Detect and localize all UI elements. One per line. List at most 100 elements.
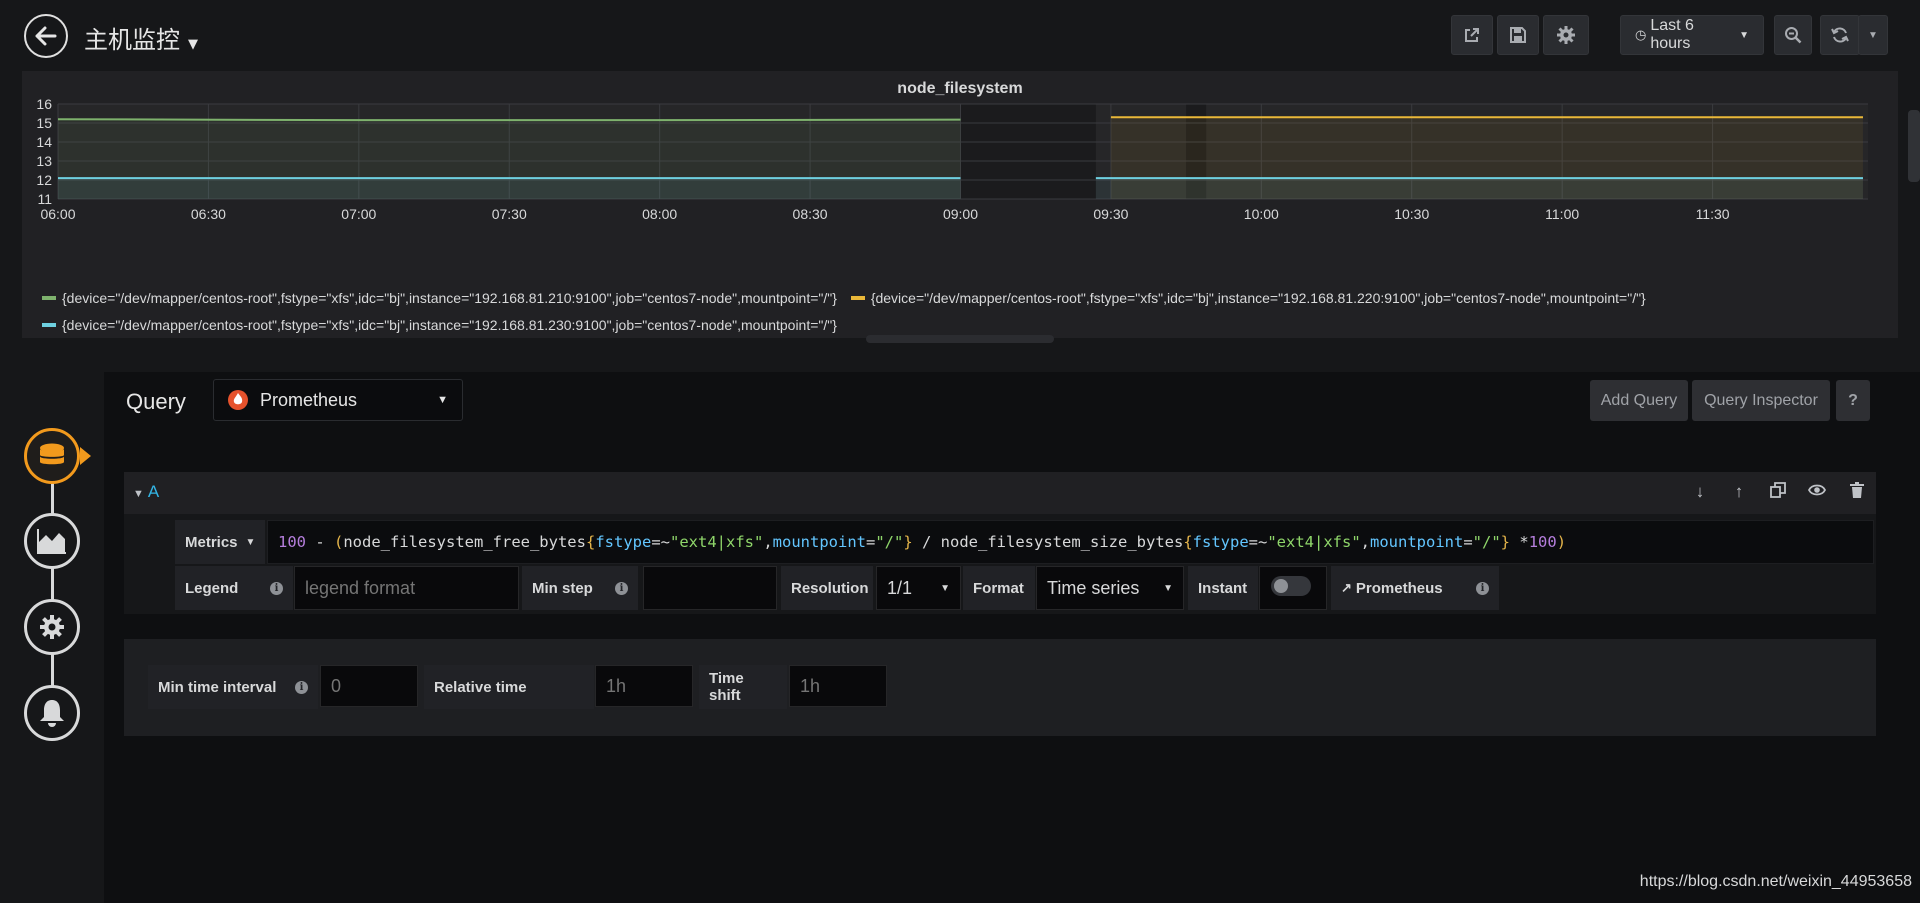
toggle-knob xyxy=(1274,579,1288,593)
zoom-out-button[interactable] xyxy=(1774,15,1812,55)
y-tick-label: 14 xyxy=(36,134,52,150)
panel-resize-handle[interactable] xyxy=(866,335,1054,343)
duplicate-button[interactable] xyxy=(1767,482,1789,503)
expr-token: fstype xyxy=(1192,533,1249,551)
copy-icon xyxy=(1770,482,1786,498)
info-icon[interactable]: i xyxy=(1476,581,1489,595)
x-tick-label: 11:30 xyxy=(1696,206,1730,222)
alert-tab[interactable] xyxy=(24,685,80,741)
legend-swatch xyxy=(850,296,865,300)
caret-down-icon: ▼ xyxy=(188,37,198,52)
move-down-button[interactable]: ↓ xyxy=(1689,482,1711,502)
query-editor-title: Query xyxy=(126,389,186,414)
min-step-label-text: Min step xyxy=(532,579,593,597)
expr-token: = xyxy=(866,533,876,551)
scrollbar[interactable] xyxy=(1908,110,1920,182)
instant-toggle[interactable] xyxy=(1271,576,1311,596)
save-dashboard-button[interactable] xyxy=(1497,15,1539,55)
x-tick-label: 10:00 xyxy=(1244,206,1279,222)
query-inspector-button[interactable]: Query Inspector xyxy=(1692,380,1830,421)
database-icon xyxy=(40,443,64,465)
legend-label: {device="/dev/mapper/centos-root",fstype… xyxy=(870,290,1646,306)
query-ref-toggle[interactable]: ▼ A xyxy=(133,482,159,502)
visualization-tab[interactable] xyxy=(24,513,80,569)
relative-time-input[interactable] xyxy=(595,665,693,707)
legend-field-label: Legend i xyxy=(175,566,293,610)
series-area xyxy=(1095,178,1863,199)
refresh-button[interactable] xyxy=(1820,15,1860,55)
legend-row: {device="/dev/mapper/centos-root",fstype… xyxy=(42,283,1882,310)
expr-token: } xyxy=(903,533,913,551)
min-step-label: Min step i xyxy=(522,566,638,610)
query-editor xyxy=(104,372,1920,903)
expr-token: 100 xyxy=(278,533,306,551)
series-line xyxy=(57,118,961,122)
time-range-picker[interactable]: ◷ Last 6 hours ▼ xyxy=(1620,15,1764,55)
clock-icon: ◷ xyxy=(1635,27,1647,42)
y-tick-label: 12 xyxy=(36,172,52,188)
expr-token: "ext4|xfs" xyxy=(670,533,764,551)
back-button[interactable] xyxy=(24,14,68,58)
trash-icon xyxy=(1850,482,1864,498)
top-navbar: 主机监控 ▼ ◷ Last 6 hours ▼ ▼ xyxy=(0,0,1920,70)
min-time-interval-label: Min time interval i xyxy=(148,665,318,709)
instant-label: Instant xyxy=(1188,566,1258,610)
cog-wrench-icon xyxy=(40,615,64,639)
time-range-label: Last 6 hours xyxy=(1650,17,1694,52)
expr-token: { xyxy=(585,533,596,551)
share-button[interactable] xyxy=(1451,15,1493,55)
refresh-interval-dropdown[interactable]: ▼ xyxy=(1858,15,1888,55)
min-step-input[interactable] xyxy=(643,566,777,610)
x-tick-label: 06:30 xyxy=(191,206,226,222)
datasource-picker[interactable]: Prometheus ▼ xyxy=(213,379,463,421)
prometheus-link-text: Prometheus xyxy=(1355,579,1443,597)
caret-down-icon: ▼ xyxy=(245,536,256,548)
metrics-label: Metrics xyxy=(185,533,238,551)
prometheus-logo-icon xyxy=(228,390,248,410)
settings-button[interactable] xyxy=(1543,15,1589,55)
prometheus-help-link[interactable]: ↗ Prometheus i xyxy=(1331,566,1499,610)
x-tick-label: 07:00 xyxy=(341,206,376,222)
legend-item[interactable]: {device="/dev/mapper/centos-root",fstype… xyxy=(42,286,837,310)
resolution-select[interactable]: 1/1 ▼ xyxy=(876,566,961,610)
series-area xyxy=(58,178,961,199)
caret-down-icon: ▼ xyxy=(1868,29,1878,41)
metrics-dropdown[interactable]: Metrics ▼ xyxy=(175,520,265,564)
move-up-button[interactable]: ↑ xyxy=(1728,482,1750,502)
format-select[interactable]: Time series ▼ xyxy=(1036,566,1184,610)
y-tick-label: 15 xyxy=(36,115,52,131)
expr-token: } xyxy=(1500,533,1511,551)
expr-token: ( xyxy=(334,533,344,551)
add-query-button[interactable]: Add Query xyxy=(1590,380,1688,421)
general-settings-tab[interactable] xyxy=(24,599,80,655)
min-time-interval-input[interactable] xyxy=(320,665,418,707)
x-tick-label: 07:30 xyxy=(492,206,527,222)
min-time-interval-label-text: Min time interval xyxy=(158,678,277,696)
queries-tab[interactable] xyxy=(24,428,80,484)
info-icon[interactable]: i xyxy=(295,680,308,694)
caret-down-icon: ▼ xyxy=(1739,29,1749,41)
info-icon[interactable]: i xyxy=(270,581,283,595)
x-tick-label: 09:30 xyxy=(1093,206,1128,222)
graph-panel: node_filesystem 11 12 13 14 15 16 06:00 06:30 07… xyxy=(22,71,1898,338)
caret-down-icon: ▼ xyxy=(1163,582,1173,594)
help-button[interactable]: ? xyxy=(1836,380,1870,421)
remove-query-button[interactable] xyxy=(1846,482,1868,503)
info-icon[interactable]: i xyxy=(615,581,628,595)
y-tick-label: 16 xyxy=(36,96,52,112)
promql-expression-input[interactable]: 100 - (node_filesystem_free_bytes{fstype… xyxy=(267,520,1874,564)
expr-token: mountpoint xyxy=(772,533,866,551)
expr-token: fstype xyxy=(595,533,652,551)
legend-format-input[interactable] xyxy=(294,566,519,610)
expr-token: "ext4|xfs" xyxy=(1267,533,1361,551)
legend-row: {device="/dev/mapper/centos-root",fstype… xyxy=(42,310,1882,337)
expr-token: , xyxy=(763,533,773,551)
x-tick-label: 10:30 xyxy=(1394,206,1429,222)
dashboard-title[interactable]: 主机监控 ▼ xyxy=(84,20,198,55)
time-shift-input[interactable] xyxy=(789,665,887,707)
expr-token: / node_filesystem_size_bytes xyxy=(912,533,1184,551)
legend-item[interactable]: {device="/dev/mapper/centos-root",fstype… xyxy=(850,286,1646,310)
legend-swatch xyxy=(42,323,56,327)
toggle-visibility-button[interactable] xyxy=(1806,482,1828,502)
legend-item[interactable]: {device="/dev/mapper/centos-root",fstype… xyxy=(42,313,837,337)
